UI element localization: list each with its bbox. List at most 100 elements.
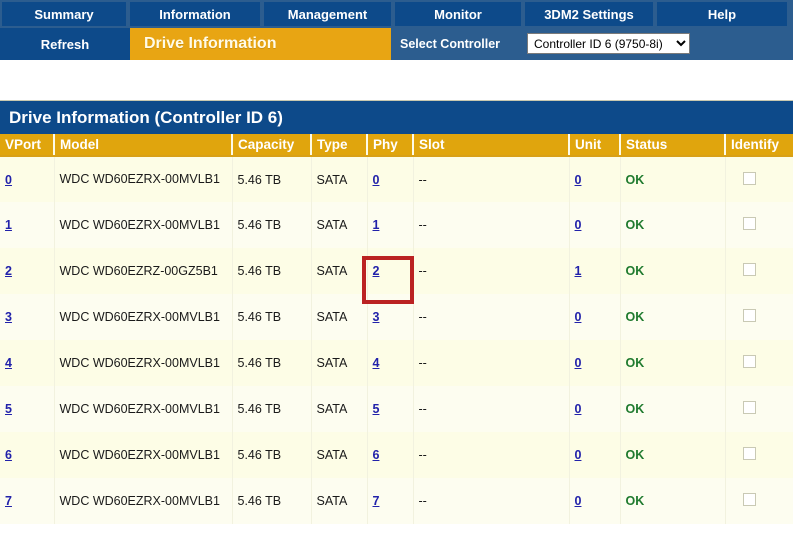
cell-unit[interactable]: 0 xyxy=(569,294,621,340)
cell-identify[interactable] xyxy=(725,340,793,386)
phy-link[interactable]: 6 xyxy=(373,448,380,462)
phy-link[interactable]: 3 xyxy=(373,310,380,324)
unit-link[interactable]: 0 xyxy=(575,310,582,324)
capacity-text: 5.46 TB xyxy=(237,172,282,187)
unit-link[interactable]: 0 xyxy=(575,356,582,370)
column-header-type[interactable]: Type xyxy=(311,134,368,157)
model-text: WDC WD60EZRX-00MVLB1 xyxy=(59,217,220,232)
vport-link[interactable]: 0 xyxy=(5,173,12,187)
cell-vport[interactable]: 6 xyxy=(0,432,55,478)
cell-unit[interactable]: 0 xyxy=(569,156,621,202)
slot-text: -- xyxy=(418,218,427,232)
identify-checkbox[interactable] xyxy=(742,171,756,185)
identify-checkbox[interactable] xyxy=(742,263,756,276)
column-header-capacity[interactable]: Capacity xyxy=(232,134,312,157)
phy-link[interactable]: 1 xyxy=(373,218,380,232)
cell-unit[interactable]: 0 xyxy=(569,202,621,248)
nav-tab-management[interactable]: Management xyxy=(264,2,391,26)
cell-phy[interactable]: 7 xyxy=(367,478,414,524)
cell-type: SATA xyxy=(311,294,368,340)
cell-capacity: 5.46 TB xyxy=(232,248,312,294)
phy-link[interactable]: 7 xyxy=(373,494,380,508)
identify-checkbox[interactable] xyxy=(742,493,756,506)
unit-link[interactable]: 0 xyxy=(575,173,582,187)
cell-identify[interactable] xyxy=(725,156,793,202)
cell-identify[interactable] xyxy=(725,248,793,294)
cell-unit[interactable]: 1 xyxy=(569,248,621,294)
cell-identify[interactable] xyxy=(725,386,793,432)
table-row: 0 WDC WD60EZRX-00MVLB1 5.46 TB SATA 0 -- 0 OK xyxy=(0,156,793,202)
unit-link[interactable]: 0 xyxy=(575,402,582,416)
column-header-phy[interactable]: Phy xyxy=(367,134,414,157)
cell-vport[interactable]: 1 xyxy=(0,202,55,248)
unit-link[interactable]: 1 xyxy=(575,264,582,278)
cell-capacity: 5.46 TB xyxy=(232,202,312,248)
phy-link[interactable]: 4 xyxy=(373,356,380,370)
vport-link[interactable]: 4 xyxy=(5,356,12,370)
unit-link[interactable]: 0 xyxy=(575,448,582,462)
status-badge: OK xyxy=(625,402,645,416)
cell-identify[interactable] xyxy=(725,202,793,248)
select-controller-wrapper: Controller ID 6 (9750-8i) xyxy=(527,33,690,54)
page-title-tab-drive-information[interactable]: Drive Information xyxy=(130,28,391,60)
cell-phy[interactable]: 3 xyxy=(367,294,414,340)
panel-title: Drive Information (Controller ID 6) xyxy=(0,100,793,134)
cell-vport[interactable]: 2 xyxy=(0,248,55,294)
column-header-vport[interactable]: VPort xyxy=(0,134,55,157)
cell-capacity: 5.46 TB xyxy=(232,478,312,524)
cell-vport[interactable]: 0 xyxy=(0,156,55,202)
nav-tab-3dm2-settings[interactable]: 3DM2 Settings xyxy=(525,2,653,26)
column-header-unit[interactable]: Unit xyxy=(569,134,621,157)
cell-vport[interactable]: 4 xyxy=(0,340,55,386)
refresh-button[interactable]: Refresh xyxy=(0,28,130,60)
column-header-model[interactable]: Model xyxy=(54,134,233,157)
vport-link[interactable]: 5 xyxy=(5,402,12,416)
vport-link[interactable]: 7 xyxy=(5,494,12,508)
column-header-slot[interactable]: Slot xyxy=(413,134,570,157)
controller-select[interactable]: Controller ID 6 (9750-8i) xyxy=(527,33,690,54)
identify-checkbox[interactable] xyxy=(742,309,756,322)
cell-phy[interactable]: 1 xyxy=(367,202,414,248)
table-row: 3 WDC WD60EZRX-00MVLB1 5.46 TB SATA 3 -- 0 OK xyxy=(0,294,793,340)
slot-text: -- xyxy=(418,356,427,370)
cell-identify[interactable] xyxy=(725,478,793,524)
vport-link[interactable]: 2 xyxy=(5,264,12,278)
cell-vport[interactable]: 7 xyxy=(0,478,55,524)
cell-identify[interactable] xyxy=(725,432,793,478)
cell-unit[interactable]: 0 xyxy=(569,432,621,478)
vport-link[interactable]: 3 xyxy=(5,310,12,324)
cell-unit[interactable]: 0 xyxy=(569,340,621,386)
nav-tab-information[interactable]: Information xyxy=(130,2,260,26)
phy-link[interactable]: 2 xyxy=(373,264,380,278)
vport-link[interactable]: 1 xyxy=(5,218,12,232)
column-header-status[interactable]: Status xyxy=(620,134,726,157)
capacity-text: 5.46 TB xyxy=(237,218,282,232)
cell-phy[interactable]: 4 xyxy=(367,340,414,386)
cell-unit[interactable]: 0 xyxy=(569,386,621,432)
identify-checkbox[interactable] xyxy=(742,447,756,460)
cell-phy[interactable]: 5 xyxy=(367,386,414,432)
cell-phy[interactable]: 6 xyxy=(367,432,414,478)
unit-link[interactable]: 0 xyxy=(575,494,582,508)
drive-table-header: VPort Model Capacity Type Phy Slot Unit … xyxy=(0,134,793,157)
cell-vport[interactable]: 5 xyxy=(0,386,55,432)
identify-checkbox[interactable] xyxy=(742,217,756,230)
phy-link[interactable]: 5 xyxy=(373,402,380,416)
cell-vport[interactable]: 3 xyxy=(0,294,55,340)
column-header-identify[interactable]: Identify xyxy=(725,134,793,157)
nav-tab-monitor[interactable]: Monitor xyxy=(395,2,521,26)
phy-link[interactable]: 0 xyxy=(373,173,380,187)
cell-model: WDC WD60EZRX-00MVLB1 xyxy=(54,156,233,202)
nav-tab-summary[interactable]: Summary xyxy=(2,2,126,26)
vport-link[interactable]: 6 xyxy=(5,448,12,462)
model-text: WDC WD60EZRZ-00GZ5B1 xyxy=(59,263,218,278)
cell-phy[interactable]: 2 xyxy=(367,248,414,294)
cell-unit[interactable]: 0 xyxy=(569,478,621,524)
cell-phy[interactable]: 0 xyxy=(367,156,414,202)
capacity-text: 5.46 TB xyxy=(237,356,282,370)
identify-checkbox[interactable] xyxy=(742,401,756,414)
nav-tab-help[interactable]: Help xyxy=(657,2,787,26)
identify-checkbox[interactable] xyxy=(742,355,756,368)
cell-identify[interactable] xyxy=(725,294,793,340)
unit-link[interactable]: 0 xyxy=(575,218,582,232)
